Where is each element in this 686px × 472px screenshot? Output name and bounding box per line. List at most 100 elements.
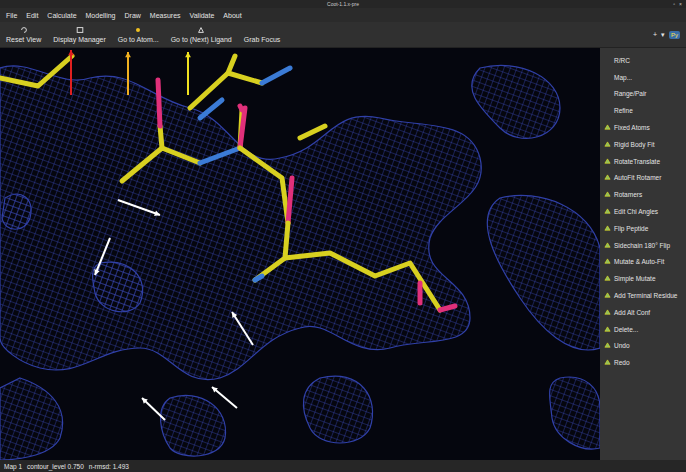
menu-item[interactable]: Draw xyxy=(125,12,141,19)
annotation-arrow xyxy=(68,50,74,95)
side-button[interactable]: Delete... xyxy=(600,321,686,338)
side-button-label: Range/Pair xyxy=(614,90,647,97)
bond xyxy=(240,106,242,110)
tool-icon xyxy=(604,141,611,148)
density-mesh xyxy=(303,376,372,443)
toolbar-label: Grab Focus xyxy=(244,36,281,43)
bond xyxy=(160,126,162,148)
side-button-label: Redo xyxy=(614,359,630,366)
density-mesh xyxy=(487,195,600,350)
bond xyxy=(240,108,245,148)
bond xyxy=(255,276,262,280)
graphics-canvas[interactable] xyxy=(0,48,600,460)
side-button-label: AutoFit Rotamer xyxy=(614,174,661,181)
side-button[interactable]: Refine xyxy=(600,102,686,119)
side-button-label: Add Terminal Residue xyxy=(614,292,677,299)
icon-spacer xyxy=(604,74,611,81)
bond xyxy=(158,80,160,126)
toolbar-button[interactable]: Grab Focus xyxy=(244,26,281,43)
tool-icon xyxy=(604,242,611,249)
annotation-arrow xyxy=(118,200,160,216)
side-button[interactable]: Range/Pair xyxy=(600,86,686,103)
menu-item[interactable]: Edit xyxy=(26,12,38,19)
title-bar: Coot-1.1.x-pre ▫× xyxy=(0,0,686,8)
side-button[interactable]: Mutate & Auto-Fit xyxy=(600,254,686,271)
toolbar-label: Go to Atom... xyxy=(118,36,159,43)
side-button[interactable]: Redo xyxy=(600,354,686,371)
bond xyxy=(200,100,222,118)
side-panel: R/RC Map... Range/Pair Refine Fixed Atom… xyxy=(600,48,686,460)
tool-icon xyxy=(604,124,611,131)
side-button-label: Rotamers xyxy=(614,191,642,198)
annotation-arrow xyxy=(232,312,253,345)
side-button[interactable]: Add Alt Conf xyxy=(600,304,686,321)
toolbar-button[interactable]: Reset View xyxy=(6,26,41,43)
side-button[interactable]: Flip Peptide xyxy=(600,220,686,237)
window-control-button[interactable]: × xyxy=(679,0,682,8)
menu-item[interactable]: Measures xyxy=(150,12,181,19)
side-button[interactable]: RotateTranslate xyxy=(600,153,686,170)
menu-item[interactable]: Validate xyxy=(190,12,215,19)
status-map: Map 1 xyxy=(4,463,22,470)
side-button[interactable]: Simple Mutate xyxy=(600,270,686,287)
tool-icon xyxy=(604,309,611,316)
status-bar: Map 1 contour_level 0.750 n-rmsd: 1.493 xyxy=(0,460,686,472)
tool-icon xyxy=(604,174,611,181)
toolbar-label: Reset View xyxy=(6,36,41,43)
side-button[interactable]: Rigid Body Fit xyxy=(600,136,686,153)
side-button[interactable]: Edit Chi Angles xyxy=(600,203,686,220)
menu-item[interactable]: About xyxy=(223,12,241,19)
density-mesh xyxy=(93,262,143,311)
side-button-label: Simple Mutate xyxy=(614,275,656,282)
menu-item[interactable]: Modelling xyxy=(86,12,116,19)
annotation-arrow xyxy=(94,238,110,275)
menu-item[interactable]: File xyxy=(6,12,17,19)
side-button[interactable]: Undo xyxy=(600,338,686,355)
add-button[interactable]: + xyxy=(653,31,657,38)
tool-icon xyxy=(604,158,611,165)
side-button-label: R/RC xyxy=(614,57,630,64)
icon-spacer xyxy=(604,57,611,64)
bond xyxy=(228,56,235,73)
side-button[interactable]: Sidechain 180° Flip xyxy=(600,237,686,254)
side-button[interactable]: Add Terminal Residue xyxy=(600,287,686,304)
menu-item[interactable]: Calculate xyxy=(47,12,76,19)
tool-icon xyxy=(197,26,205,34)
tool-icon xyxy=(604,342,611,349)
side-button[interactable]: Fixed Atoms xyxy=(600,119,686,136)
dropdown-button[interactable]: ▾ xyxy=(661,31,665,39)
side-button[interactable]: AutoFit Rotamer xyxy=(600,170,686,187)
tool-icon xyxy=(604,275,611,282)
side-button[interactable]: Map... xyxy=(600,69,686,86)
toolbar-button[interactable]: Go to (Next) Ligand xyxy=(171,26,232,43)
density-mesh xyxy=(161,395,226,456)
side-button-label: Refine xyxy=(614,107,633,114)
side-button-label: Undo xyxy=(614,342,630,349)
main-area: R/RC Map... Range/Pair Refine Fixed Atom… xyxy=(0,48,686,460)
bond xyxy=(240,148,288,223)
side-button[interactable]: Rotamers xyxy=(600,186,686,203)
bond xyxy=(300,126,325,138)
window-controls: ▫× xyxy=(673,0,682,8)
bond xyxy=(285,253,440,310)
python-button[interactable]: Py xyxy=(669,31,680,39)
annotation-arrow xyxy=(142,398,165,420)
density-mesh xyxy=(0,378,63,460)
side-button-label: Edit Chi Angles xyxy=(614,208,658,215)
icon-spacer xyxy=(604,107,611,114)
toolbar-button[interactable]: Display Manager xyxy=(53,26,106,43)
bond xyxy=(440,306,455,310)
window-control-button[interactable]: ▫ xyxy=(673,0,675,8)
annotation-arrow xyxy=(212,387,237,408)
side-button-label: Sidechain 180° Flip xyxy=(614,242,670,249)
bond xyxy=(262,68,290,83)
toolbar-right: + ▾ Py xyxy=(653,31,680,39)
bond xyxy=(288,178,292,223)
toolbar-button[interactable]: Go to Atom... xyxy=(118,26,159,43)
tool-icon xyxy=(604,191,611,198)
tool-icon xyxy=(20,26,28,34)
density-map-view xyxy=(0,48,600,460)
bond xyxy=(0,56,72,86)
toolbar: Reset View Display Manager Go to Atom...… xyxy=(0,22,686,48)
side-button[interactable]: R/RC xyxy=(600,52,686,69)
